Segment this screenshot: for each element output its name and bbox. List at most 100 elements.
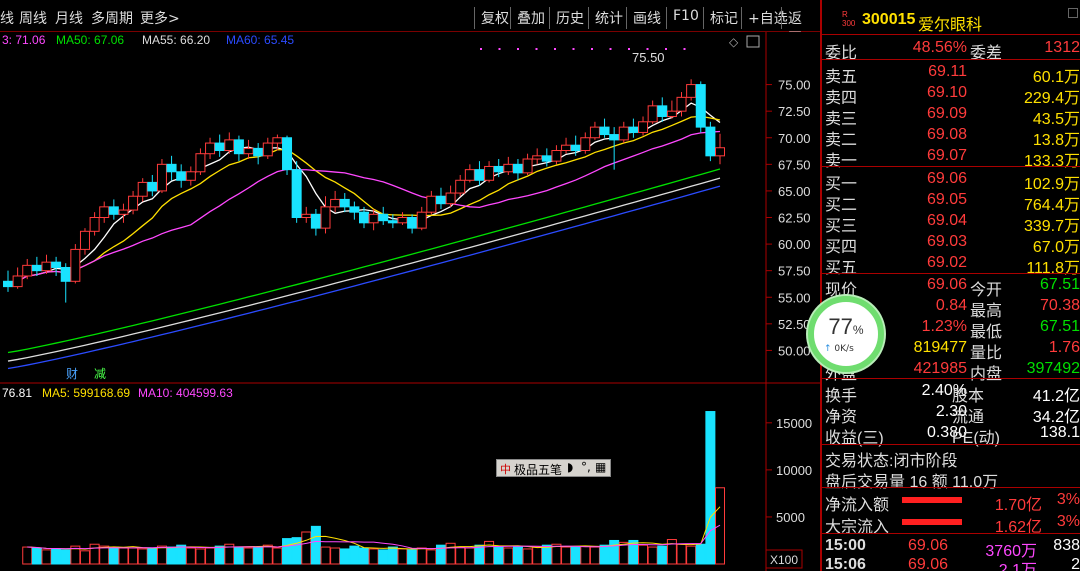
volume-bar[interactable] [118,547,129,565]
candle-body[interactable] [262,142,273,157]
candle-body[interactable] [359,211,369,224]
candle-body[interactable] [426,195,437,213]
volume-bar[interactable] [108,546,119,565]
volume-bar[interactable] [31,547,42,565]
volume-bar[interactable] [638,544,649,565]
volume-bar[interactable] [397,548,408,565]
candle-body[interactable] [657,105,668,117]
candle-body[interactable] [618,126,629,141]
candle-body[interactable] [464,169,475,181]
candle-body[interactable] [291,169,302,218]
candle-body[interactable] [397,217,408,224]
candle-body[interactable] [320,206,331,229]
mark-button[interactable]: 标记 [703,7,744,29]
candle-body[interactable] [3,280,13,288]
volume-bar[interactable] [185,547,196,565]
candle-body[interactable] [695,84,706,128]
volume-bar[interactable] [330,547,341,565]
candle-body[interactable] [638,121,649,133]
candle-body[interactable] [445,192,456,205]
candle-body[interactable] [330,198,341,208]
candle-body[interactable] [70,248,81,282]
volume-bar[interactable] [676,543,687,565]
candle-body[interactable] [282,137,293,171]
ime-moon-icon[interactable]: ◗ [567,460,573,474]
candle-body[interactable] [128,195,139,211]
volume-bar[interactable] [320,546,331,565]
volume-bar[interactable] [272,547,283,565]
volume-bar[interactable] [464,547,475,565]
tab-monthly[interactable]: 月线 [55,8,83,28]
volume-bar[interactable] [310,525,321,565]
volume-bar[interactable] [407,549,418,565]
candle-body[interactable] [272,137,283,144]
candle-body[interactable] [137,181,148,197]
candle-body[interactable] [407,217,418,229]
candle-body[interactable] [339,198,350,208]
candle-body[interactable] [89,217,100,232]
volume-bar[interactable] [253,546,264,565]
volume-bar[interactable] [41,549,52,565]
network-speed-widget[interactable]: 77% ↑ 0K/s [808,296,884,372]
candle-body[interactable] [156,163,167,192]
volume-bar[interactable] [445,542,456,565]
volume-bar[interactable] [128,547,139,565]
candle-body[interactable] [60,266,71,282]
volume-bar[interactable] [474,544,485,565]
volume-bar[interactable] [705,411,716,565]
candle-body[interactable] [455,179,466,194]
candle-body[interactable] [253,147,264,157]
candle-body[interactable] [541,155,552,162]
candle-body[interactable] [79,230,90,250]
candle-body[interactable] [41,261,52,272]
volume-bar[interactable] [89,543,100,565]
volume-bar[interactable] [522,548,533,565]
volume-bar[interactable] [262,544,273,565]
candle-body[interactable] [435,195,446,205]
volume-bar[interactable] [686,545,697,565]
candle-body[interactable] [185,171,196,181]
volume-bar[interactable] [589,546,600,565]
volume-bar[interactable] [493,546,504,565]
volume-bar[interactable] [695,543,706,565]
candle-body[interactable] [666,110,677,117]
candle-body[interactable] [224,139,235,152]
volume-bar[interactable] [205,547,216,565]
candle-body[interactable] [387,220,398,224]
volume-bar[interactable] [195,548,206,565]
candle-body[interactable] [31,264,42,272]
volume-bar[interactable] [214,545,225,565]
volume-bar[interactable] [22,546,33,565]
marker-finance[interactable]: 财 [66,367,78,381]
ime-dots-icon[interactable]: °, [581,460,591,474]
volume-bar[interactable] [79,550,90,565]
diamond-icon[interactable]: ◇ [729,35,739,49]
volume-bar[interactable] [156,545,167,565]
volume-chart[interactable]: 15000 10000 5000 76.81 MA5: 599168.69 MA10: … [0,384,820,571]
volume-bar[interactable] [359,547,369,565]
tab-daily[interactable]: 线 [0,8,14,28]
candle-body[interactable] [301,213,312,218]
candle-body[interactable] [310,213,321,229]
volume-bar[interactable] [243,547,254,565]
candle-body[interactable] [22,264,33,277]
candle-body[interactable] [493,165,504,173]
volume-bar[interactable] [339,548,350,565]
candle-body[interactable] [147,181,158,192]
candle-body[interactable] [580,137,591,152]
candle-body[interactable] [474,169,485,181]
candle-body[interactable] [108,206,119,215]
f10-button[interactable]: F10 [666,7,705,29]
candle-body[interactable] [205,142,216,155]
volume-bar[interactable] [503,547,514,565]
volume-bar[interactable] [561,546,572,565]
volume-bar[interactable] [349,545,360,565]
candle-body[interactable] [243,147,254,155]
scroll-indicator[interactable] [1068,8,1078,18]
volume-bar[interactable] [628,539,639,565]
ime-keyboard-icon[interactable]: ▦ [595,460,606,474]
candle-body[interactable] [551,150,562,162]
volume-bar[interactable] [60,549,71,565]
volume-bar[interactable] [387,546,398,565]
volume-bar[interactable] [657,545,668,565]
